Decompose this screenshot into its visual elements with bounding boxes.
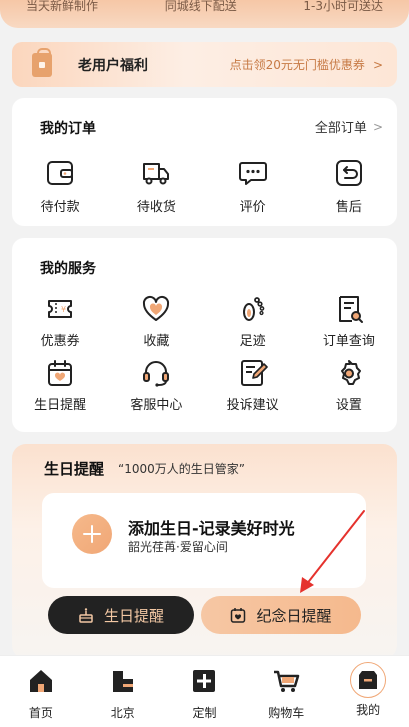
tab-home[interactable]: 首页 bbox=[0, 656, 82, 727]
service-coupon-label: 优惠券 bbox=[40, 334, 80, 349]
shopping-bag-icon bbox=[32, 47, 52, 77]
chevron-right-icon: > bbox=[372, 57, 383, 72]
order-pending-payment[interactable]: 待付款 bbox=[12, 158, 108, 215]
all-orders-label: 全部订单 bbox=[314, 121, 367, 136]
wallet-icon bbox=[47, 161, 74, 185]
coupon-icon: ¥ bbox=[48, 300, 73, 318]
service-order-query-label: 订单查询 bbox=[322, 334, 375, 349]
all-orders-link[interactable]: 全部订单 > bbox=[314, 117, 383, 137]
tab-profile[interactable]: 我的 bbox=[327, 656, 409, 727]
services-row-2: 生日提醒 客服中心 投诉建议 设置 bbox=[12, 358, 397, 413]
footprint-icon bbox=[242, 297, 264, 321]
order-pending-receipt[interactable]: 待收货 bbox=[108, 158, 204, 215]
birthday-reminder-button-label: 生日提醒 bbox=[103, 606, 164, 625]
city-icon bbox=[108, 666, 138, 696]
feedback-icon bbox=[240, 360, 268, 386]
profile-box-icon bbox=[350, 662, 387, 698]
plus-icon[interactable] bbox=[72, 514, 112, 554]
order-review-label: 评价 bbox=[239, 200, 266, 215]
orders-icon-row: 待付款 待收货 评价 售后 bbox=[12, 158, 397, 215]
tab-city-label: 北京 bbox=[110, 706, 135, 720]
birthday-reminder-card: 生日提醒 “1000万人的生日管家” 添加生日-记录美好时光 韶光荏苒·爱留心间… bbox=[12, 444, 397, 659]
chevron-right-icon: > bbox=[372, 119, 383, 134]
heart-icon bbox=[143, 295, 170, 321]
truck-icon bbox=[143, 163, 170, 185]
svg-text:¥: ¥ bbox=[61, 305, 66, 314]
coupon-promo-link[interactable]: 点击领20元无门槛优惠券 bbox=[230, 56, 365, 73]
service-settings-label: 设置 bbox=[335, 398, 362, 413]
service-favorites[interactable]: 收藏 bbox=[108, 294, 204, 349]
tab-home-label: 首页 bbox=[28, 706, 53, 720]
service-feedback[interactable]: 投诉建议 bbox=[205, 358, 301, 413]
service-coupon[interactable]: ¥ 优惠券 bbox=[12, 294, 108, 349]
tab-city[interactable]: 北京 bbox=[82, 656, 164, 727]
my-services-card: 我的服务 ¥ 优惠券 收藏 足迹 订单查询 生日提醒 客服中心 投诉建议 设置 bbox=[12, 238, 397, 432]
order-search-icon bbox=[338, 296, 363, 323]
anniversary-reminder-button[interactable]: 纪念日提醒 bbox=[201, 596, 361, 634]
tab-profile-label: 我的 bbox=[356, 703, 381, 717]
banner-fresh-text: 当天新鲜制作 bbox=[26, 0, 99, 13]
order-pending-payment-label: 待付款 bbox=[40, 200, 80, 215]
birthday-section-title: 生日提醒 bbox=[44, 460, 105, 478]
add-birthday-title: 添加生日-记录美好时光 bbox=[128, 519, 295, 538]
service-settings[interactable]: 设置 bbox=[301, 358, 397, 413]
add-birthday-panel[interactable]: 添加生日-记录美好时光 韶光荏苒·爱留心间 bbox=[42, 493, 366, 588]
services-row-1: ¥ 优惠券 收藏 足迹 订单查询 bbox=[12, 294, 397, 349]
tab-customize-label: 定制 bbox=[192, 706, 217, 720]
return-icon bbox=[335, 160, 362, 186]
tab-customize[interactable]: 定制 bbox=[164, 656, 246, 727]
bottom-tab-bar: 首页 北京 定制 购物车 我的 bbox=[0, 655, 409, 727]
order-pending-receipt-label: 待收货 bbox=[136, 200, 176, 215]
service-order-query[interactable]: 订单查询 bbox=[301, 294, 397, 349]
order-after-sales-label: 售后 bbox=[335, 200, 362, 215]
service-feedback-label: 投诉建议 bbox=[226, 398, 279, 413]
cart-icon bbox=[271, 666, 301, 696]
service-footprint[interactable]: 足迹 bbox=[205, 294, 301, 349]
banner-delivery-text: 同城线下配送 bbox=[164, 0, 237, 13]
plus-square-icon bbox=[189, 666, 219, 696]
anniversary-reminder-button-label: 纪念日提醒 bbox=[256, 606, 332, 625]
service-customer-center-label: 客服中心 bbox=[130, 398, 183, 413]
birthday-reminder-button[interactable]: 生日提醒 bbox=[48, 596, 194, 634]
calendar-icon bbox=[48, 360, 73, 386]
order-after-sales[interactable]: 售后 bbox=[301, 158, 397, 215]
home-icon bbox=[26, 666, 56, 696]
welfare-title: 老用户福利 bbox=[78, 57, 148, 74]
headset-icon bbox=[143, 361, 170, 387]
service-customer-center[interactable]: 客服中心 bbox=[108, 358, 204, 413]
calendar-heart-icon bbox=[231, 608, 246, 623]
add-birthday-tagline: 韶光荏苒·爱留心间 bbox=[128, 540, 228, 554]
banner-time-text: 1-3小时可送达 bbox=[303, 0, 383, 13]
top-banner: 当天新鲜制作 同城线下配送 1-3小时可送达 bbox=[0, 0, 409, 28]
services-title: 我的服务 bbox=[40, 261, 96, 277]
my-orders-card: 我的订单 全部订单 > 待付款 待收货 评价 售后 bbox=[12, 98, 397, 226]
service-footprint-label: 足迹 bbox=[239, 334, 266, 349]
chat-bubble-icon bbox=[238, 162, 267, 185]
orders-title: 我的订单 bbox=[40, 121, 96, 137]
service-favorites-label: 收藏 bbox=[143, 334, 170, 349]
service-birthday-reminder-label: 生日提醒 bbox=[34, 398, 87, 413]
cake-icon bbox=[79, 608, 93, 623]
gear-icon bbox=[340, 360, 361, 385]
order-review[interactable]: 评价 bbox=[205, 158, 301, 215]
returning-user-welfare-banner[interactable]: 老用户福利 点击领20元无门槛优惠券 > bbox=[12, 42, 397, 87]
service-birthday-reminder[interactable]: 生日提醒 bbox=[12, 358, 108, 413]
birthday-section-subtitle: “1000万人的生日管家” bbox=[118, 462, 245, 476]
tab-cart[interactable]: 购物车 bbox=[245, 656, 327, 727]
tab-cart-label: 购物车 bbox=[268, 706, 305, 720]
